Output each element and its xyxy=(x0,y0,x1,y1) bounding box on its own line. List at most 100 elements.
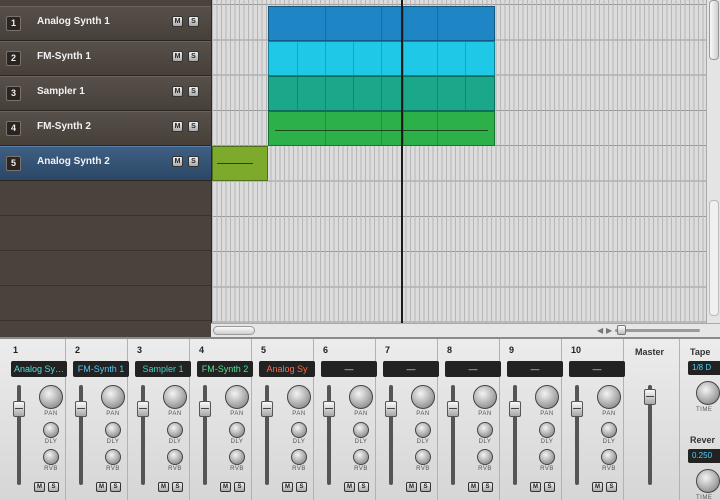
reverb-knob[interactable] xyxy=(601,449,617,465)
strip-solo-button[interactable]: S xyxy=(234,482,245,492)
volume-fader-track[interactable] xyxy=(265,385,269,485)
track-name[interactable]: Analog Synth 2 xyxy=(37,156,110,167)
volume-fader-track[interactable] xyxy=(203,385,207,485)
strip-mute-button[interactable]: M xyxy=(468,482,479,492)
strip-mute-button[interactable]: M xyxy=(530,482,541,492)
volume-fader-track[interactable] xyxy=(79,385,83,485)
strip-name-display[interactable]: — xyxy=(445,361,501,377)
mute-button[interactable]: M xyxy=(172,86,183,97)
delay-knob[interactable] xyxy=(353,422,369,438)
pan-knob[interactable] xyxy=(473,385,497,409)
clip-track-4[interactable] xyxy=(268,111,495,146)
delay-knob[interactable] xyxy=(105,422,121,438)
volume-fader-handle[interactable] xyxy=(137,401,149,417)
volume-fader-track[interactable] xyxy=(389,385,393,485)
solo-button[interactable]: S xyxy=(188,156,199,167)
volume-fader-track[interactable] xyxy=(141,385,145,485)
mute-button[interactable]: M xyxy=(172,156,183,167)
mute-button[interactable]: M xyxy=(172,16,183,27)
volume-fader-handle[interactable] xyxy=(509,401,521,417)
strip-mute-button[interactable]: M xyxy=(592,482,603,492)
strip-mute-button[interactable]: M xyxy=(282,482,293,492)
delay-knob[interactable] xyxy=(539,422,555,438)
strip-solo-button[interactable]: S xyxy=(420,482,431,492)
pan-knob[interactable] xyxy=(225,385,249,409)
pan-knob[interactable] xyxy=(287,385,311,409)
strip-solo-button[interactable]: S xyxy=(544,482,555,492)
master-fader-handle[interactable] xyxy=(644,389,656,405)
strip-solo-button[interactable]: S xyxy=(48,482,59,492)
delay-knob[interactable] xyxy=(43,422,59,438)
strip-solo-button[interactable]: S xyxy=(172,482,183,492)
reverb-time-knob[interactable] xyxy=(696,469,720,493)
mute-button[interactable]: M xyxy=(172,121,183,132)
strip-name-display[interactable]: Analog Sy xyxy=(259,361,315,377)
strip-mute-button[interactable]: M xyxy=(344,482,355,492)
track-name[interactable]: Analog Synth 1 xyxy=(37,16,110,27)
volume-fader-handle[interactable] xyxy=(75,401,87,417)
tape-time-knob[interactable] xyxy=(696,381,720,405)
reverb-knob[interactable] xyxy=(415,449,431,465)
track-name[interactable]: FM-Synth 2 xyxy=(37,121,91,132)
empty-track-slot[interactable] xyxy=(0,181,211,216)
strip-name-display[interactable]: — xyxy=(569,361,625,377)
track-name[interactable]: Sampler 1 xyxy=(37,86,85,97)
pan-knob[interactable] xyxy=(535,385,559,409)
strip-name-display[interactable]: — xyxy=(383,361,439,377)
pan-knob[interactable] xyxy=(163,385,187,409)
delay-knob[interactable] xyxy=(601,422,617,438)
strip-mute-button[interactable]: M xyxy=(406,482,417,492)
volume-fader-track[interactable] xyxy=(513,385,517,485)
pan-knob[interactable] xyxy=(349,385,373,409)
track-row-4[interactable]: 4 FM-Synth 2 M S xyxy=(0,111,211,146)
track-row-1[interactable]: 1 Analog Synth 1 M S xyxy=(0,6,211,41)
zoom-slider-handle[interactable] xyxy=(617,325,626,335)
solo-button[interactable]: S xyxy=(188,51,199,62)
horizontal-scroll-thumb[interactable] xyxy=(213,326,255,335)
volume-fader-handle[interactable] xyxy=(261,401,273,417)
clip-track-3[interactable] xyxy=(268,76,495,111)
strip-solo-button[interactable]: S xyxy=(296,482,307,492)
track-row-2[interactable]: 2 FM-Synth 1 M S xyxy=(0,41,211,76)
clip-track-5[interactable] xyxy=(212,146,268,181)
reverb-knob[interactable] xyxy=(539,449,555,465)
empty-track-slot[interactable] xyxy=(0,286,211,321)
strip-name-display[interactable]: FM-Synth 2 xyxy=(197,361,253,377)
solo-button[interactable]: S xyxy=(188,16,199,27)
playhead[interactable] xyxy=(401,0,403,323)
delay-knob[interactable] xyxy=(229,422,245,438)
volume-fader-handle[interactable] xyxy=(571,401,583,417)
strip-solo-button[interactable]: S xyxy=(606,482,617,492)
volume-fader-handle[interactable] xyxy=(323,401,335,417)
pan-knob[interactable] xyxy=(597,385,621,409)
vertical-scroll-thumb[interactable] xyxy=(709,0,719,60)
track-name[interactable]: FM-Synth 1 xyxy=(37,51,91,62)
mute-button[interactable]: M xyxy=(172,51,183,62)
clip-track-1[interactable] xyxy=(268,6,495,41)
strip-mute-button[interactable]: M xyxy=(96,482,107,492)
volume-fader-track[interactable] xyxy=(327,385,331,485)
pan-knob[interactable] xyxy=(411,385,435,409)
solo-button[interactable]: S xyxy=(188,121,199,132)
volume-fader-track[interactable] xyxy=(17,385,21,485)
strip-mute-button[interactable]: M xyxy=(158,482,169,492)
volume-fader-handle[interactable] xyxy=(447,401,459,417)
strip-name-display[interactable]: Sampler 1 xyxy=(135,361,191,377)
reverb-knob[interactable] xyxy=(477,449,493,465)
vertical-zoom-track[interactable] xyxy=(709,200,719,316)
volume-fader-track[interactable] xyxy=(575,385,579,485)
zoom-slider-track[interactable] xyxy=(615,329,700,332)
volume-fader-handle[interactable] xyxy=(385,401,397,417)
solo-button[interactable]: S xyxy=(188,86,199,97)
reverb-knob[interactable] xyxy=(291,449,307,465)
strip-name-display[interactable]: Analog Sy… xyxy=(11,361,67,377)
vertical-scrollbar[interactable] xyxy=(706,0,720,323)
reverb-knob[interactable] xyxy=(43,449,59,465)
delay-knob[interactable] xyxy=(415,422,431,438)
strip-name-display[interactable]: — xyxy=(507,361,563,377)
reverb-knob[interactable] xyxy=(167,449,183,465)
volume-fader-handle[interactable] xyxy=(13,401,25,417)
empty-track-slot[interactable] xyxy=(0,251,211,286)
delay-knob[interactable] xyxy=(167,422,183,438)
horizontal-scrollbar[interactable]: ◀ ▶ xyxy=(211,323,720,337)
